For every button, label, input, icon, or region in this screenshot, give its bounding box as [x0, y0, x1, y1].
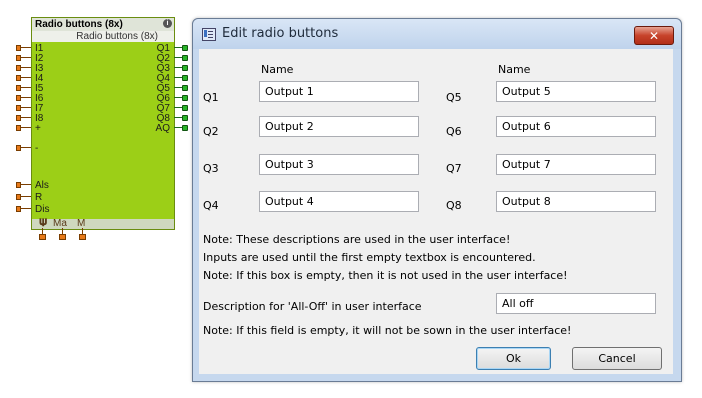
function-block[interactable]: Radio buttons (8x) i Radio buttons (8x) … [14, 15, 188, 245]
note-text: Note: If this box is empty, then it is n… [203, 269, 568, 282]
output-pin[interactable] [174, 115, 189, 121]
function-block-body: Radio buttons (8x) i Radio buttons (8x) … [31, 17, 175, 230]
output-label-q3: Q3 [203, 162, 219, 175]
bottom-pin[interactable] [79, 228, 87, 240]
block-footer: 𝚿 Ma M [32, 219, 174, 229]
output-label-aq: AQ [155, 123, 170, 134]
name-header-right: Name [498, 63, 531, 76]
output-pin[interactable] [174, 65, 189, 71]
input-pin[interactable] [16, 182, 31, 188]
output-pin[interactable] [174, 45, 189, 51]
output-pin[interactable] [174, 75, 189, 81]
output-label-q1: Q1 [203, 91, 219, 104]
input-label-plus: + [35, 123, 41, 134]
input-pin[interactable] [16, 206, 31, 212]
input-pin[interactable] [16, 85, 31, 91]
output-name-input-q4[interactable]: Output 4 [259, 191, 419, 212]
input-pin[interactable] [16, 45, 31, 51]
output-label-q2: Q2 [203, 125, 219, 138]
bottom-pin[interactable] [59, 228, 67, 240]
output-label-q6: Q6 [446, 125, 462, 138]
dialog-titlebar[interactable]: Edit radio buttons ✕ [193, 19, 681, 49]
output-pin[interactable] [174, 125, 189, 131]
dialog-title: Edit radio buttons [222, 26, 339, 41]
all-off-note: Note: If this field is empty, it will no… [203, 324, 572, 337]
input-pin[interactable] [16, 194, 31, 200]
output-pin[interactable] [174, 95, 189, 101]
input-pin[interactable] [16, 65, 31, 71]
output-name-input-q3[interactable]: Output 3 [259, 154, 419, 175]
name-header-left: Name [261, 63, 294, 76]
ok-button[interactable]: Ok [476, 347, 551, 370]
output-name-input-q6[interactable]: Output 6 [496, 116, 656, 137]
block-title: Radio buttons (8x) [32, 18, 174, 31]
cancel-button[interactable]: Cancel [572, 347, 662, 370]
output-pin[interactable] [174, 105, 189, 111]
block-subtitle: Radio buttons (8x) [32, 31, 174, 42]
input-pin[interactable] [16, 55, 31, 61]
input-label-minus: - [35, 143, 39, 154]
output-name-input-q2[interactable]: Output 2 [259, 116, 419, 137]
all-off-label: Description for 'All-Off' in user interf… [203, 300, 422, 313]
dialog-app-icon [202, 28, 216, 41]
output-name-input-q7[interactable]: Output 7 [496, 154, 656, 175]
note-text: Note: These descriptions are used in the… [203, 233, 511, 246]
dialog-content: Name Name Q1 Output 1 Q2 Output 2 Q3 Out… [199, 49, 673, 374]
edit-radio-buttons-dialog: Edit radio buttons ✕ Name Name Q1 Output… [192, 18, 682, 382]
all-off-description-input[interactable]: All off [496, 293, 656, 314]
output-pin[interactable] [174, 85, 189, 91]
input-label-als: Als [35, 180, 49, 191]
input-label-dis: Dis [35, 204, 50, 215]
output-label-q5: Q5 [446, 91, 462, 104]
input-pin[interactable] [16, 115, 31, 121]
bottom-pin[interactable] [39, 228, 47, 240]
output-label-q7: Q7 [446, 162, 462, 175]
input-pin[interactable] [16, 145, 31, 151]
close-button[interactable]: ✕ [634, 26, 674, 45]
output-name-input-q8[interactable]: Output 8 [496, 191, 656, 212]
output-label-q8: Q8 [446, 199, 462, 212]
note-text: Inputs are used until the first empty te… [203, 251, 536, 264]
input-pin[interactable] [16, 125, 31, 131]
output-label-q4: Q4 [203, 199, 219, 212]
output-name-input-q1[interactable]: Output 1 [259, 81, 419, 102]
output-name-input-q5[interactable]: Output 5 [496, 81, 656, 102]
info-icon[interactable]: i [163, 19, 172, 28]
input-label-r: R [35, 192, 43, 203]
input-pin[interactable] [16, 95, 31, 101]
output-pin[interactable] [174, 55, 189, 61]
input-pin[interactable] [16, 105, 31, 111]
input-pin[interactable] [16, 75, 31, 81]
